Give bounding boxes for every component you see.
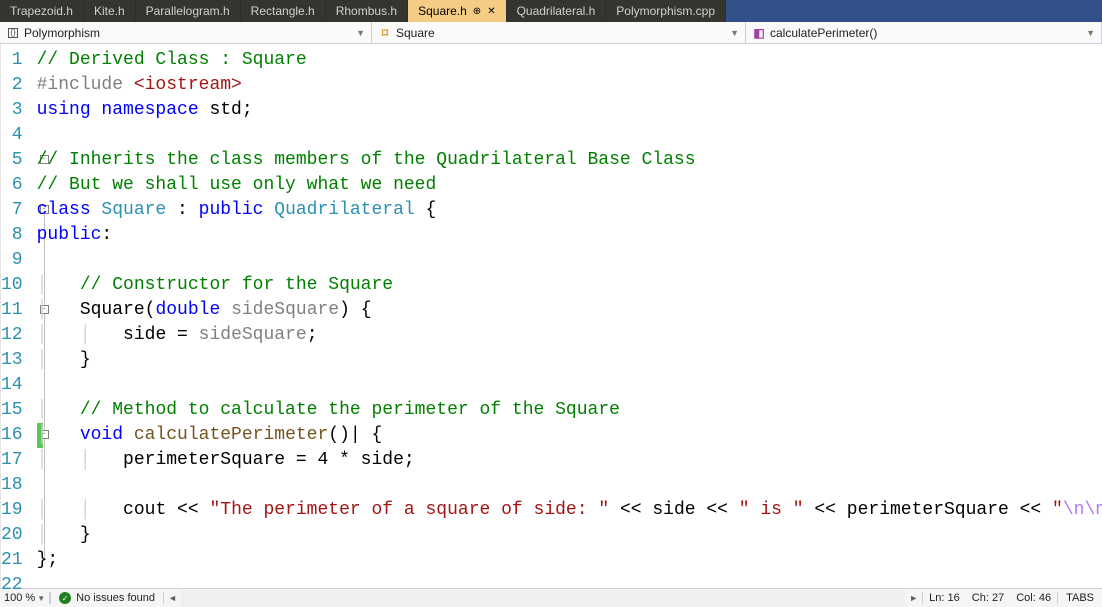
- close-icon[interactable]: ✕: [487, 6, 495, 17]
- line-number: 17: [1, 448, 23, 473]
- code-line[interactable]: #include <iostream>: [37, 73, 1102, 98]
- code-line[interactable]: // Inherits the class members of the Qua…: [37, 148, 1102, 173]
- line-number: 12: [1, 323, 23, 348]
- scope-dropdown[interactable]: {} Polymorphism ▼: [0, 22, 372, 43]
- tab-label: Kite.h: [94, 4, 125, 18]
- file-tab[interactable]: Rectangle.h: [241, 0, 326, 22]
- line-number: 19: [1, 498, 23, 523]
- line-number: 1: [1, 48, 23, 73]
- code-line[interactable]: │ Square(double sideSquare) {: [37, 298, 1102, 323]
- class-icon: ⌑: [378, 26, 392, 40]
- tabstrip-filler: [726, 0, 1102, 22]
- line-number: 6: [1, 173, 23, 198]
- line-number: 22: [1, 573, 23, 598]
- line-number: 4: [1, 123, 23, 148]
- code-line[interactable]: │ }: [37, 523, 1102, 548]
- file-tab[interactable]: Polymorphism.cpp: [606, 0, 726, 22]
- line-number: 10: [1, 273, 23, 298]
- document-tabstrip: Trapezoid.h Kite.h Parallelogram.h Rectangl…: [0, 0, 1102, 22]
- chevron-down-icon: ▼: [1086, 28, 1095, 38]
- namespace-icon: {}: [6, 26, 20, 40]
- line-number: 15: [1, 398, 23, 423]
- code-line[interactable]: │ void calculatePerimeter()| {: [37, 423, 1102, 448]
- tab-label: Square.h: [418, 4, 467, 18]
- code-line[interactable]: │ }: [37, 348, 1102, 373]
- member-label: calculatePerimeter(): [770, 26, 877, 40]
- type-dropdown[interactable]: ⌑ Square ▼: [372, 22, 746, 43]
- code-line[interactable]: │ │ perimeterSquare = 4 * side;: [37, 448, 1102, 473]
- line-number: 2: [1, 73, 23, 98]
- code-line[interactable]: // But we shall use only what we need: [37, 173, 1102, 198]
- line-number: 11: [1, 298, 23, 323]
- tab-label: Trapezoid.h: [10, 4, 73, 18]
- line-number: 9: [1, 248, 23, 273]
- file-tab[interactable]: Kite.h: [84, 0, 136, 22]
- code-line[interactable]: │ // Method to calculate the perimeter o…: [37, 398, 1102, 423]
- method-icon: ◧: [752, 26, 766, 40]
- code-line[interactable]: public:: [37, 223, 1102, 248]
- code-line[interactable]: [37, 123, 1102, 148]
- line-number-gutter: 12345678910111213141516171819202122: [1, 44, 37, 588]
- type-label: Square: [396, 26, 435, 40]
- line-number: 14: [1, 373, 23, 398]
- line-number: 16: [1, 423, 23, 448]
- file-tab[interactable]: Rhombus.h: [326, 0, 408, 22]
- code-area[interactable]: // Derived Class : Square#include <iostr…: [37, 44, 1102, 588]
- code-line[interactable]: │ │ side = sideSquare;: [37, 323, 1102, 348]
- code-line[interactable]: class Square : public Quadrilateral {: [37, 198, 1102, 223]
- code-line[interactable]: │ │ cout << "The perimeter of a square o…: [37, 498, 1102, 523]
- tab-label: Rectangle.h: [251, 4, 315, 18]
- chevron-down-icon: ▼: [730, 28, 739, 38]
- file-tab[interactable]: Trapezoid.h: [0, 0, 84, 22]
- member-dropdown[interactable]: ◧ calculatePerimeter() ▼: [746, 22, 1102, 43]
- pin-icon[interactable]: ⊕: [473, 6, 481, 17]
- tab-label: Rhombus.h: [336, 4, 397, 18]
- line-number: 8: [1, 223, 23, 248]
- file-tab[interactable]: Parallelogram.h: [136, 0, 241, 22]
- code-line[interactable]: [37, 373, 1102, 398]
- tab-label: Polymorphism.cpp: [616, 4, 715, 18]
- line-number: 13: [1, 348, 23, 373]
- code-line[interactable]: using namespace std;: [37, 98, 1102, 123]
- scope-label: Polymorphism: [24, 26, 100, 40]
- line-number: 5: [1, 148, 23, 173]
- tab-label: Parallelogram.h: [146, 4, 230, 18]
- file-tab[interactable]: Quadrilateral.h: [507, 0, 607, 22]
- chevron-down-icon: ▼: [356, 28, 365, 38]
- navigation-bar: {} Polymorphism ▼ ⌑ Square ▼ ◧ calculate…: [0, 22, 1102, 44]
- code-line[interactable]: │ // Constructor for the Square: [37, 273, 1102, 298]
- line-number: 20: [1, 523, 23, 548]
- line-number: 7: [1, 198, 23, 223]
- code-editor[interactable]: 12345678910111213141516171819202122 ----…: [0, 44, 1102, 588]
- tab-label: Quadrilateral.h: [517, 4, 596, 18]
- line-number: 18: [1, 473, 23, 498]
- code-line[interactable]: };: [37, 548, 1102, 573]
- code-line[interactable]: [37, 573, 1102, 598]
- code-line[interactable]: // Derived Class : Square: [37, 48, 1102, 73]
- line-number: 21: [1, 548, 23, 573]
- code-line[interactable]: [37, 248, 1102, 273]
- file-tab[interactable]: Square.h ⊕ ✕: [408, 0, 506, 22]
- line-number: 3: [1, 98, 23, 123]
- code-line[interactable]: [37, 473, 1102, 498]
